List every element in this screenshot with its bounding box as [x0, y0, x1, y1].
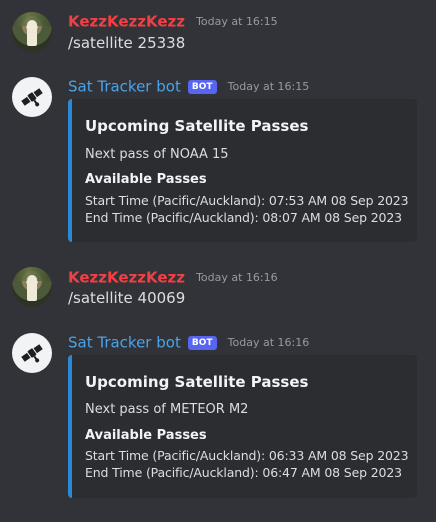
embed-description: Next pass of METEOR M2	[85, 402, 249, 417]
embed-field-name: Available Passes	[85, 172, 207, 187]
avatar-figure	[27, 20, 37, 46]
bot-badge: BOT	[187, 335, 217, 350]
pass-end-time: End Time (Pacific/Auckland): 06:47 AM 08…	[85, 465, 402, 480]
chat-log: KezzKezzKezz Today at 16:15 /satellite 2…	[0, 0, 436, 522]
embed-field-name: Available Passes	[85, 428, 207, 443]
pass-end-time: End Time (Pacific/Auckland): 08:07 AM 08…	[85, 210, 402, 225]
message-header: Sat Tracker bot BOT Today at 16:16	[68, 332, 309, 352]
message-timestamp[interactable]: Today at 16:16	[196, 271, 278, 284]
message-timestamp[interactable]: Today at 16:15	[196, 15, 278, 28]
embed-title: Upcoming Satellite Passes	[85, 117, 309, 135]
bot-avatar[interactable]	[12, 333, 52, 373]
embed-card: Upcoming Satellite Passes Next pass of M…	[68, 355, 417, 498]
author-name[interactable]: KezzKezzKezz	[68, 269, 185, 287]
message-timestamp[interactable]: Today at 16:15	[228, 80, 310, 93]
author-name[interactable]: Sat Tracker bot	[68, 78, 181, 96]
message-header: KezzKezzKezz Today at 16:16	[68, 267, 278, 287]
embed-description: Next pass of NOAA 15	[85, 147, 229, 162]
embed-card: Upcoming Satellite Passes Next pass of N…	[68, 99, 417, 242]
message-timestamp[interactable]: Today at 16:16	[228, 336, 310, 349]
message-text: /satellite 25338	[68, 34, 186, 52]
satellite-icon	[21, 88, 43, 107]
avatar-figure	[27, 275, 37, 301]
user-avatar[interactable]	[12, 267, 52, 307]
bot-avatar[interactable]	[12, 77, 52, 117]
message-text: /satellite 40069	[68, 289, 186, 307]
bot-badge: BOT	[187, 79, 217, 94]
author-name[interactable]: KezzKezzKezz	[68, 13, 185, 31]
message-header: Sat Tracker bot BOT Today at 16:15	[68, 76, 309, 96]
pass-start-time: Start Time (Pacific/Auckland): 06:33 AM …	[85, 448, 409, 463]
satellite-icon	[21, 344, 43, 363]
pass-start-time: Start Time (Pacific/Auckland): 07:53 AM …	[85, 193, 409, 208]
author-name[interactable]: Sat Tracker bot	[68, 334, 181, 352]
user-avatar[interactable]	[12, 12, 52, 52]
embed-title: Upcoming Satellite Passes	[85, 373, 309, 391]
message-header: KezzKezzKezz Today at 16:15	[68, 11, 278, 31]
